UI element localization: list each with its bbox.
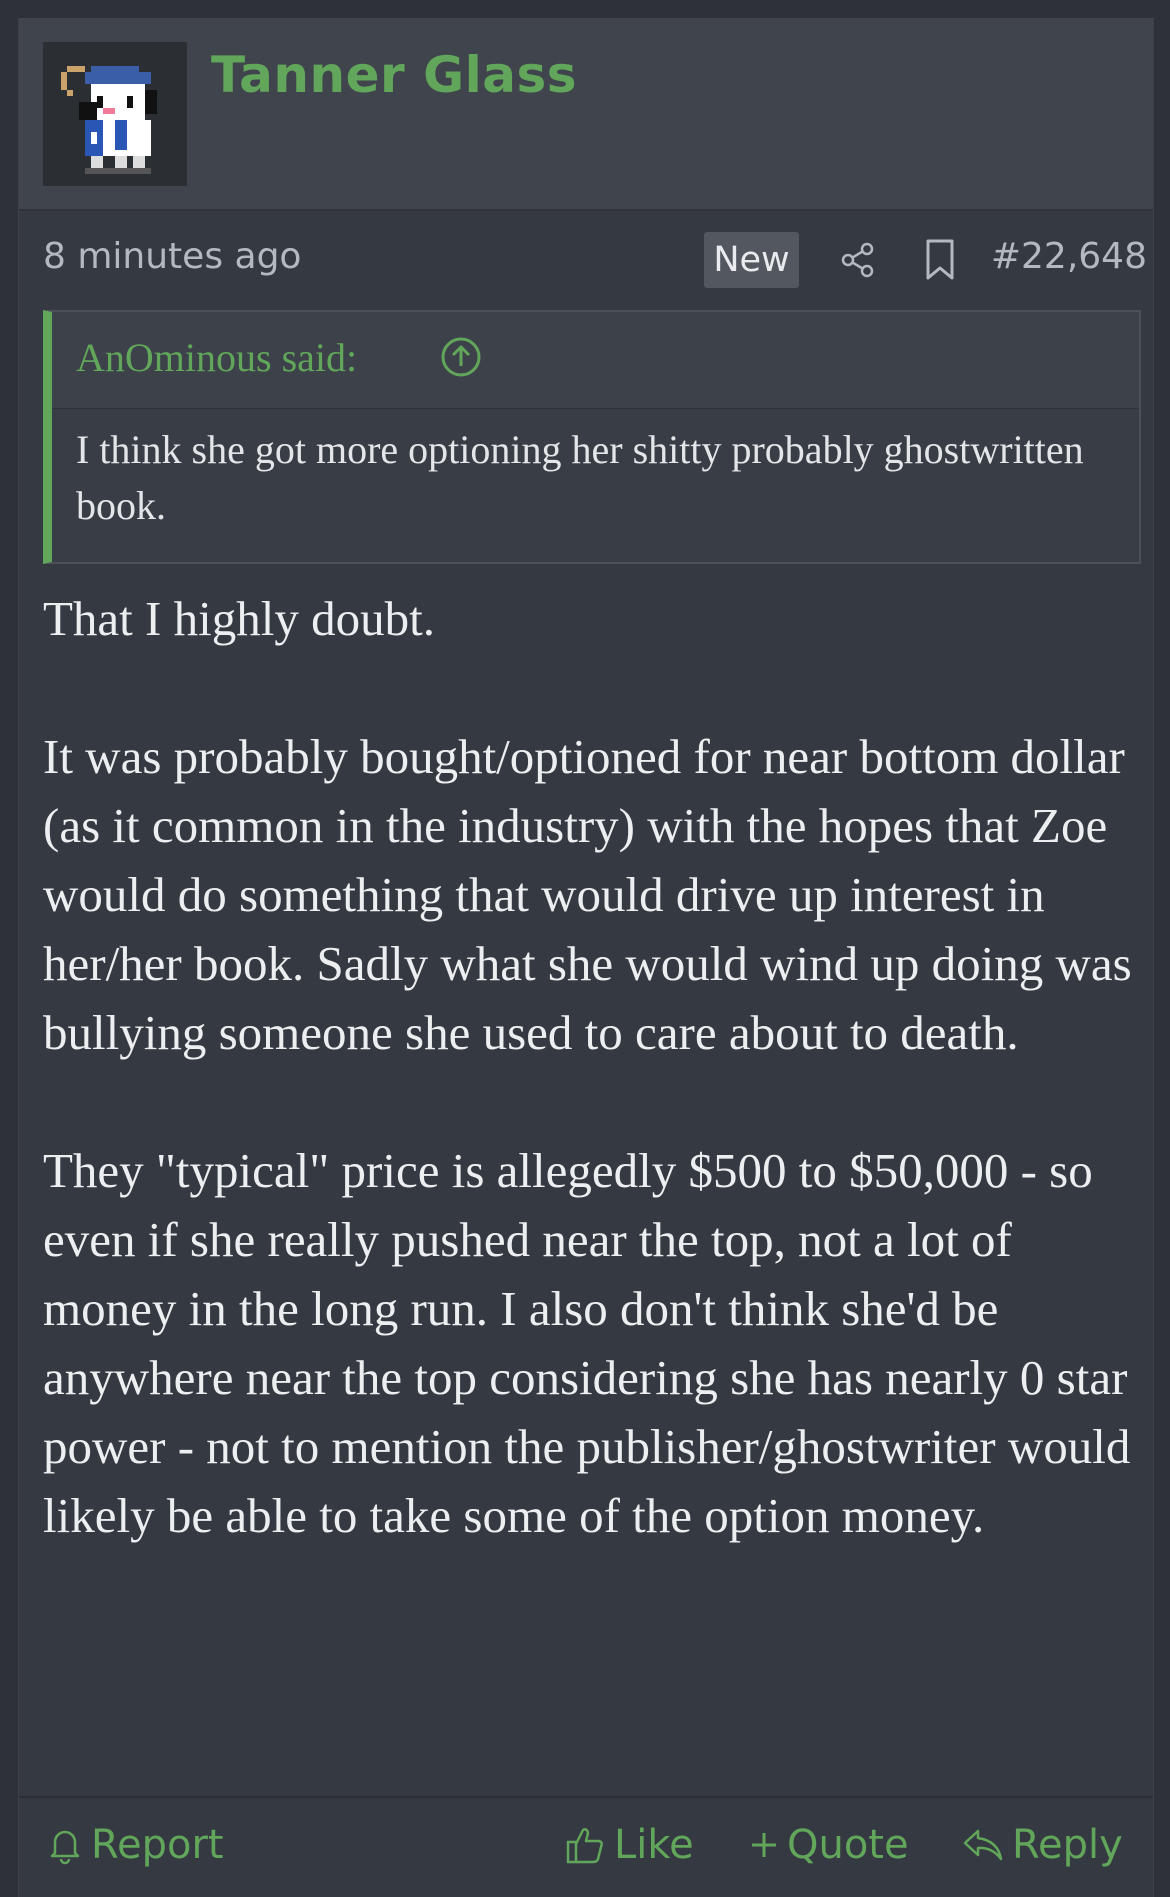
message-paragraph: That I highly doubt.: [43, 591, 435, 646]
post-header: Tanner Glass: [19, 18, 1153, 211]
message-paragraph: It was probably bought/optioned for near…: [43, 729, 1132, 1060]
bookmark-icon[interactable]: [923, 238, 957, 282]
like-label: Like: [614, 1822, 694, 1868]
post-timestamp[interactable]: 8 minutes ago: [43, 236, 301, 277]
thumbs-up-icon: [566, 1828, 603, 1864]
plus-icon: [752, 1833, 776, 1857]
quote-text: I think she got more optioning her shitt…: [76, 427, 1084, 528]
quote-label: Quote: [787, 1822, 909, 1868]
message-body: That I highly doubt. It was probably bou…: [43, 584, 1153, 1619]
share-icon[interactable]: [838, 240, 878, 280]
post-meta: 8 minutes ago New #22,648: [43, 228, 1147, 288]
quote-button[interactable]: Quote: [749, 1822, 909, 1868]
post-number-link[interactable]: #22,648: [991, 236, 1147, 277]
reply-button[interactable]: Reply: [962, 1822, 1123, 1868]
forum-post: Tanner Glass 8 minutes ago New #22,648 A…: [18, 18, 1154, 1897]
new-badge: New: [704, 232, 799, 288]
quote-author-link[interactable]: AnOminous said:: [76, 334, 357, 381]
pixel-art-avatar-icon: [43, 42, 187, 186]
post-actions-bar: Report Like Quote Reply: [19, 1796, 1153, 1897]
reply-arrow-icon: [963, 1829, 1003, 1861]
arrow-up-circle-icon[interactable]: [440, 336, 482, 378]
user-avatar[interactable]: [43, 42, 187, 186]
quote-header: AnOminous said:: [52, 312, 1139, 409]
page: Tanner Glass 8 minutes ago New #22,648 A…: [0, 0, 1170, 1897]
report-button[interactable]: Report: [47, 1822, 224, 1868]
bell-icon: [50, 1830, 80, 1865]
report-label: Report: [91, 1822, 224, 1868]
reply-label: Reply: [1012, 1822, 1123, 1868]
username-link[interactable]: Tanner Glass: [211, 46, 577, 104]
like-button[interactable]: Like: [564, 1822, 694, 1868]
quote-block: AnOminous said: I think she got more opt…: [43, 310, 1141, 564]
message-paragraph: They "typical" price is allegedly $500 t…: [43, 1143, 1131, 1543]
